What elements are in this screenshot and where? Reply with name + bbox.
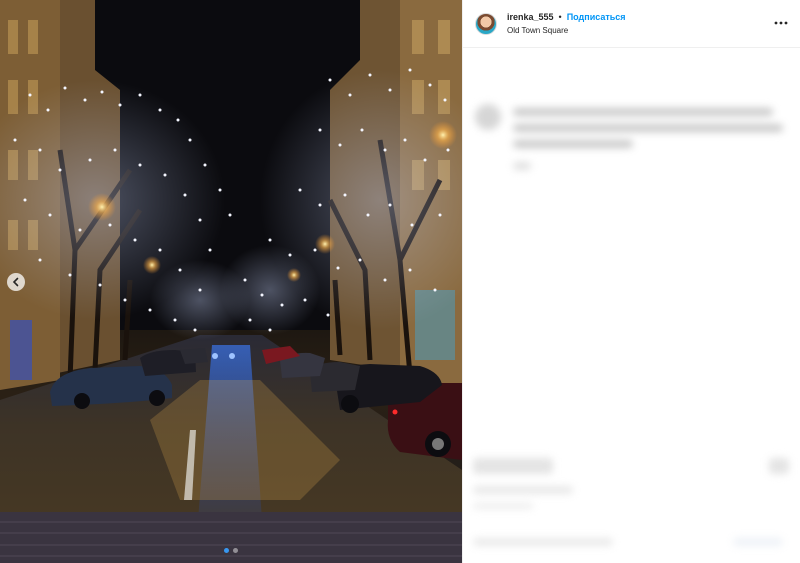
separator-dot: • bbox=[558, 11, 562, 22]
carousel-indicator bbox=[224, 548, 238, 553]
blurred-save-icon bbox=[769, 458, 789, 474]
blurred-text-line bbox=[513, 162, 531, 170]
blurred-text-line bbox=[513, 108, 773, 116]
blurred-text-line bbox=[513, 124, 783, 132]
blurred-text-line bbox=[513, 140, 633, 148]
username-link[interactable]: irenka_555 bbox=[507, 12, 554, 23]
blurred-action-icons bbox=[473, 458, 553, 474]
commenter-avatar bbox=[475, 104, 501, 130]
post-header: irenka_555 • Подписаться Old Town Square bbox=[463, 0, 800, 48]
blurred-timestamp bbox=[473, 503, 533, 509]
carousel-dot bbox=[233, 548, 238, 553]
carousel-prev-button[interactable] bbox=[7, 273, 25, 291]
blurred-comment-input bbox=[473, 538, 613, 546]
street-scene-image bbox=[0, 0, 462, 563]
blurred-likes bbox=[473, 486, 573, 494]
carousel-dot bbox=[224, 548, 229, 553]
follow-button[interactable]: Подписаться bbox=[567, 12, 626, 23]
blurred-actions-area bbox=[463, 448, 800, 563]
avatar[interactable] bbox=[475, 12, 497, 35]
post-sidebar: irenka_555 • Подписаться Old Town Square bbox=[462, 0, 800, 563]
more-horizontal-icon[interactable] bbox=[774, 17, 788, 29]
post-photo[interactable] bbox=[0, 0, 462, 563]
chevron-left-icon bbox=[12, 277, 19, 287]
blurred-post-button bbox=[733, 538, 783, 546]
location-link[interactable]: Old Town Square bbox=[507, 26, 626, 36]
post-author-meta: irenka_555 • Подписаться Old Town Square bbox=[507, 12, 626, 35]
